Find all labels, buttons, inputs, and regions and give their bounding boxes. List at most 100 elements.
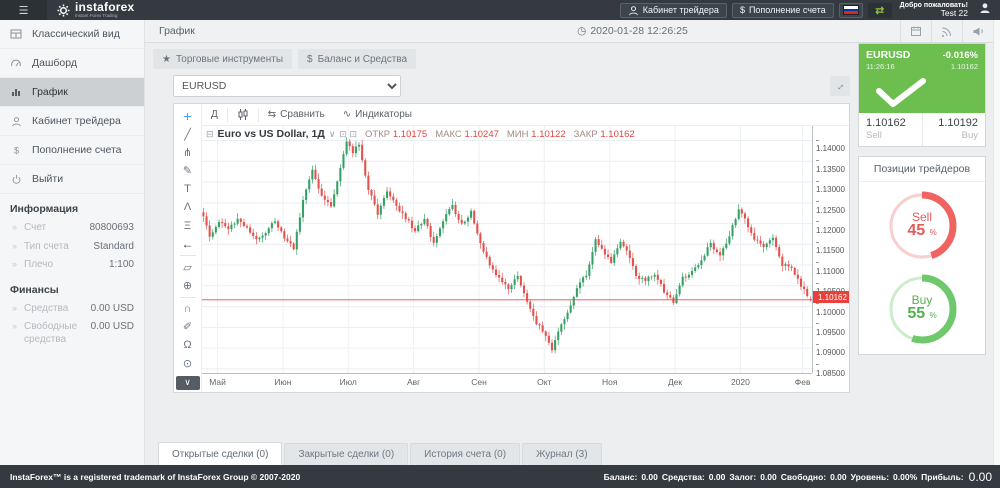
language-flag-button[interactable] [839, 3, 863, 18]
footer-stat-value: 0.00 [830, 472, 847, 482]
footer-trademark: InstaForex™ is a registered trademark of… [10, 472, 300, 482]
deposit-button[interactable]: $ Пополнение счета [732, 3, 834, 18]
page-title: График [145, 20, 365, 42]
close-value: 1.10162 [600, 129, 634, 140]
chart-plot[interactable]: ⊟ Euro vs US Dollar, 1Д ∨ ⊡ ⊡ ОТКР 1.101… [202, 126, 812, 373]
forecast-tool[interactable]: Ξ [174, 217, 201, 235]
tab-account-history[interactable]: История счета (0) [410, 443, 520, 465]
finance-section-title: Финансы [0, 275, 144, 300]
price-tick: 1.08500 [816, 360, 849, 378]
drawing-lock-tool[interactable]: ✐ [174, 318, 201, 336]
eye-tool[interactable]: ⊙ [174, 354, 201, 372]
tab-journal[interactable]: Журнал (3) [522, 443, 602, 465]
sidebar-item-label: Кабинет трейдера [32, 115, 121, 127]
menu-icon[interactable]: ☰ [0, 0, 47, 20]
traders-positions-card: Позиции трейдеров Sell 45 % Buy 55 % [858, 156, 986, 355]
indicators-button[interactable]: ∿ Индикаторы [334, 104, 421, 125]
arrow-tool[interactable]: ← [174, 235, 201, 253]
right-panel: EURUSD -0.016% 11:26:16 1.10162 1.1 [858, 43, 986, 465]
rss-icon[interactable] [931, 20, 962, 42]
trader-cabinet-button[interactable]: Кабинет трейдера [620, 3, 727, 18]
interval-button[interactable]: Д [202, 104, 227, 125]
sell-quote[interactable]: 1.10162 Sell [859, 113, 922, 146]
footer: InstaForex™ is a registered trademark of… [0, 465, 1000, 488]
footer-stats: Баланс:0.00Средства:0.00Залог:0.00Свобод… [604, 470, 992, 484]
exchange-icon[interactable]: ⇄ [868, 3, 892, 18]
footer-stat-label: Свободно: [781, 472, 826, 482]
topbar: График ◷ 2020-01-28 12:26:25 [145, 20, 993, 43]
sidebar-item-deposit[interactable]: $Пополнение счета [0, 136, 144, 165]
compare-button[interactable]: ⇆ Сравнить [259, 104, 334, 125]
collapse-toolbar-button[interactable]: ∨ [176, 376, 200, 390]
buy-price: 1.10192 [930, 117, 979, 130]
price-tick: 1.12000 [816, 217, 849, 235]
info-section-title: Информация [0, 194, 144, 219]
brand-tagline: Instant Forex Trading [75, 14, 134, 19]
brand-logo[interactable]: instaforex Instant Forex Trading [47, 0, 134, 20]
finance-row: »Свободные средства0.00 USD [0, 318, 144, 349]
time-tick: Окт [537, 377, 551, 387]
info-row: »Плечо1:100 [0, 256, 144, 275]
sidebar-item-label: Классический вид [32, 28, 120, 40]
text-tool[interactable]: T [174, 180, 201, 198]
legend-box-icons[interactable]: ⊡ ⊡ [339, 129, 357, 140]
legend-collapse-icon[interactable]: ⊟ [206, 129, 214, 140]
brush-tool[interactable]: ✎ [174, 162, 201, 180]
sidebar-item-chart[interactable]: График [0, 78, 144, 107]
price-tick: 1.13000 [816, 176, 849, 194]
welcome-block: Добро пожаловать! Test 22 [900, 2, 968, 18]
row-label: Счет [24, 222, 90, 235]
ruler-tool[interactable]: ▱ [174, 258, 201, 276]
trend-line-tool[interactable]: ╱ [174, 125, 201, 143]
price-tick: 1.09500 [816, 319, 849, 337]
zoom-in-tool[interactable]: ⊕ [174, 276, 201, 294]
bottom-tabs: Открытые сделки (0)Закрытые сделки (0)Ис… [153, 442, 850, 465]
svg-text:$: $ [13, 145, 18, 155]
symbol-select[interactable]: EURUSD [173, 75, 401, 97]
candlestick-style-button[interactable] [228, 104, 258, 125]
chevron-right-icon: » [12, 321, 24, 331]
footer-stat-value: 0.00 [760, 472, 777, 482]
scrollbar[interactable] [993, 20, 1000, 465]
price-tick: 1.09000 [816, 339, 849, 357]
buy-label: Buy [930, 130, 979, 141]
avatar[interactable] [976, 2, 994, 18]
megaphone-icon[interactable] [962, 20, 993, 42]
sidebar-item-classic-view[interactable]: Классический вид [0, 20, 144, 49]
crosshair-tool[interactable]: + [174, 107, 201, 125]
pattern-tool[interactable]: Ʌ [174, 198, 201, 216]
row-label: Плечо [24, 259, 109, 272]
pitchfork-tool[interactable]: ⋔ [174, 144, 201, 162]
sidebar-item-logout[interactable]: Выйти [0, 165, 144, 194]
brand-name: instaforex [75, 1, 134, 13]
magnet-tool[interactable]: ∩ [174, 300, 201, 318]
sell-price: 1.10162 [866, 117, 915, 130]
tab-closed-trades[interactable]: Закрытые сделки (0) [284, 443, 408, 465]
balance-funds-button[interactable]: $ Баланс и Средства [298, 49, 416, 69]
time-tick: Май [209, 377, 226, 387]
chevron-right-icon: » [12, 241, 24, 251]
lock-tool[interactable]: Ω [174, 336, 201, 354]
top-header: ☰ instaforex Instant Forex Trading Кабин… [0, 0, 1000, 20]
time-axis[interactable]: МайИюнИюлАвгСенОктНояДек2020Фев [202, 373, 812, 392]
row-label: Средства [24, 303, 91, 316]
russia-flag-icon [843, 5, 859, 15]
tab-open-trades[interactable]: Открытые сделки (0) [158, 442, 282, 465]
sidebar-item-dashboard[interactable]: Дашборд [0, 49, 144, 78]
finance-row: »Средства0.00 USD [0, 300, 144, 319]
quote-card[interactable]: EURUSD -0.016% 11:26:16 1.10162 1.1 [858, 43, 986, 147]
footer-stat-label: Залог: [729, 472, 756, 482]
legend-caret-icon[interactable]: ∨ [329, 129, 336, 140]
quote-price: 1.10162 [951, 62, 978, 71]
sidebar-item-label: График [32, 86, 68, 98]
expand-icon[interactable]: ↔ [830, 76, 850, 96]
trend-check-icon [859, 73, 985, 113]
sidebar-item-trader-cabinet[interactable]: Кабинет трейдера [0, 107, 144, 136]
trading-instruments-button[interactable]: ★ Торговые инструменты [153, 49, 292, 69]
footer-stat-value: 0.00 [709, 472, 726, 482]
calendar-icon[interactable] [900, 20, 931, 42]
time-tick: Июл [340, 377, 357, 387]
buy-quote[interactable]: 1.10192 Buy [922, 113, 986, 146]
row-value: 1:100 [109, 259, 134, 270]
price-axis[interactable]: 1.140001.135001.130001.125001.120001.115… [812, 126, 849, 373]
